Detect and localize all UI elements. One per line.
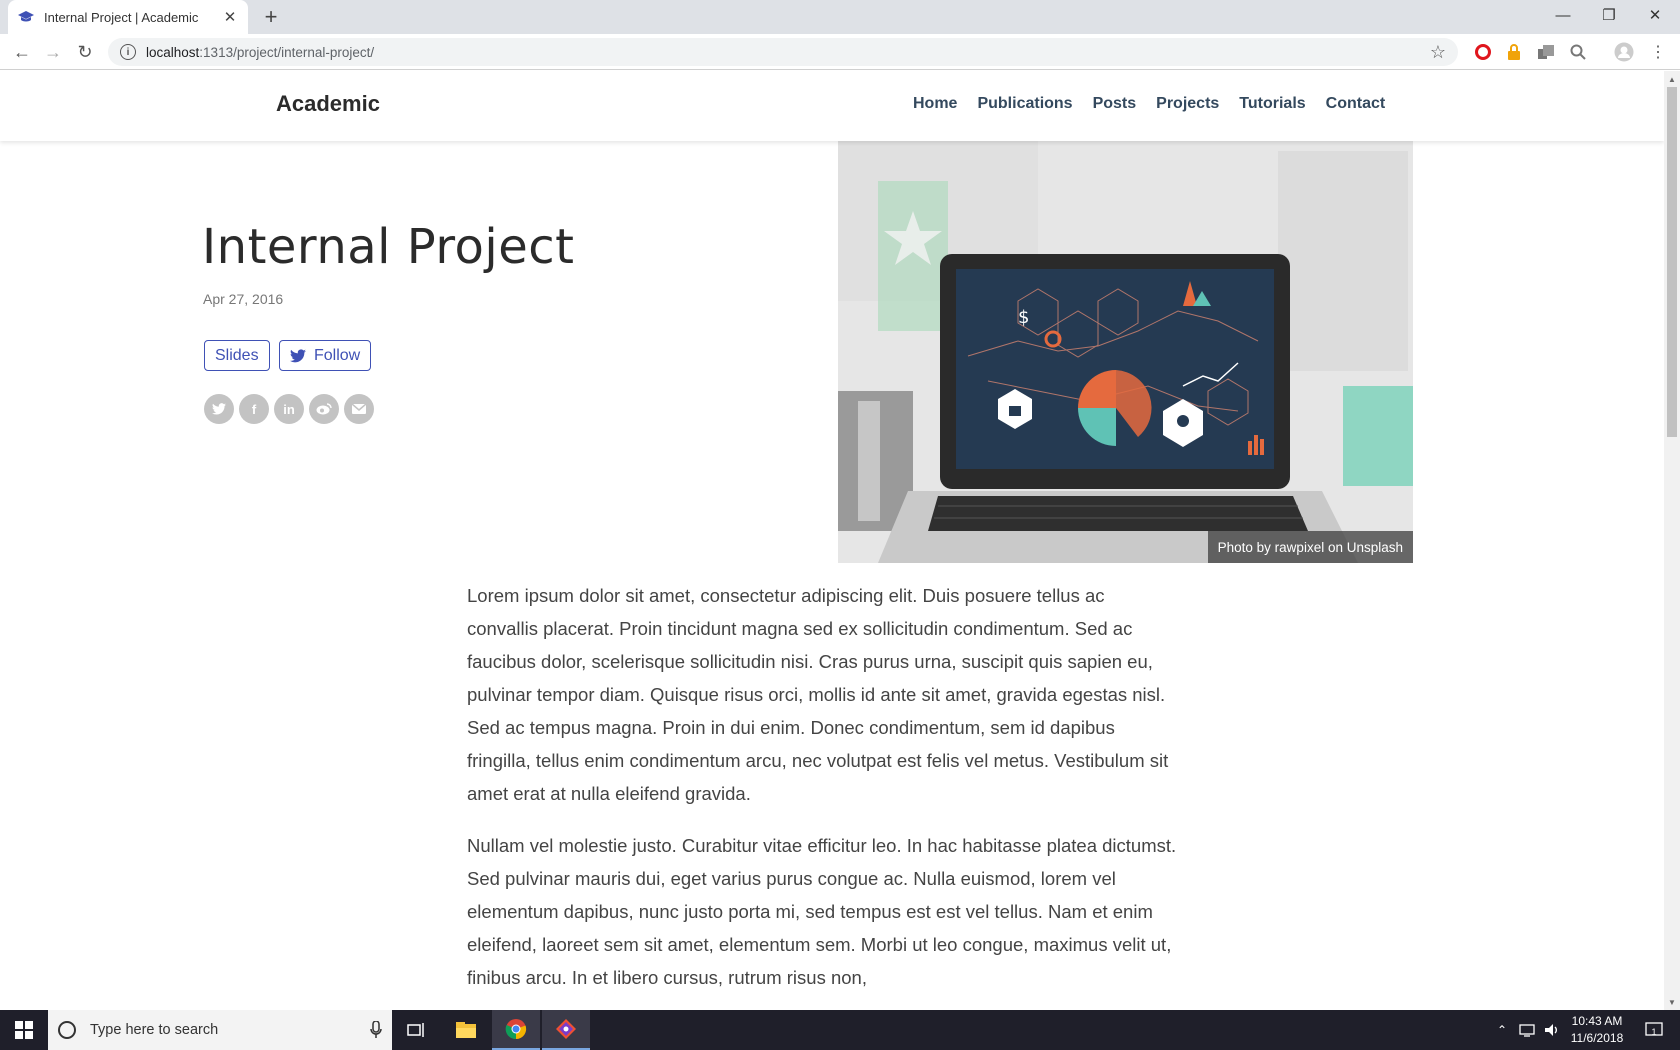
windows-start-icon[interactable] bbox=[0, 1010, 48, 1050]
slides-button[interactable]: Slides bbox=[204, 340, 270, 371]
image-credit[interactable]: Photo by rawpixel on Unsplash bbox=[1207, 531, 1413, 563]
window-close-icon[interactable]: ✕ bbox=[1632, 0, 1678, 30]
site-nav-links: Home Publications Posts Projects Tutoria… bbox=[913, 95, 1405, 113]
featured-image: $ Photo by rawpixel on Unsplash bbox=[838, 141, 1413, 563]
bookmark-star-icon[interactable]: ☆ bbox=[1430, 42, 1446, 63]
graduation-cap-icon bbox=[18, 9, 34, 25]
nav-posts[interactable]: Posts bbox=[1093, 95, 1137, 113]
task-view-icon[interactable] bbox=[392, 1010, 440, 1050]
opera-icon[interactable] bbox=[1473, 42, 1493, 62]
git-icon[interactable] bbox=[542, 1010, 590, 1050]
browser-tab[interactable]: Internal Project | Academic ✕ bbox=[8, 0, 248, 34]
tab-close-icon[interactable]: ✕ bbox=[222, 8, 238, 26]
email-icon[interactable] bbox=[344, 394, 374, 424]
url-path: :1313/project/internal-project/ bbox=[199, 44, 375, 60]
nav-publications[interactable]: Publications bbox=[977, 95, 1072, 113]
follow-button[interactable]: Follow bbox=[279, 340, 372, 371]
tray-chevron-icon[interactable]: ⌃ bbox=[1490, 1010, 1514, 1050]
forward-icon[interactable]: → bbox=[41, 40, 65, 64]
twitter-icon[interactable] bbox=[204, 394, 234, 424]
scroll-up-icon[interactable]: ▲ bbox=[1664, 71, 1680, 87]
weibo-icon[interactable] bbox=[309, 394, 339, 424]
menu-dots-icon[interactable]: ⋮ bbox=[1648, 42, 1668, 62]
site-brand[interactable]: Academic bbox=[276, 91, 380, 117]
profile-avatar-icon[interactable] bbox=[1614, 42, 1634, 62]
browser-tabbar: Internal Project | Academic ✕ + — ❐ ✕ bbox=[0, 0, 1680, 34]
new-tab-button[interactable]: + bbox=[258, 4, 284, 30]
windows-taskbar: Type here to search ⌃ 10:43 AM 11/6/2018… bbox=[0, 1010, 1680, 1050]
nav-tutorials[interactable]: Tutorials bbox=[1239, 95, 1305, 113]
page-viewport: Academic Home Publications Posts Project… bbox=[0, 71, 1664, 1010]
volume-icon[interactable] bbox=[1540, 1010, 1564, 1050]
restore-icon[interactable]: ❐ bbox=[1586, 0, 1632, 30]
slides-label: Slides bbox=[215, 346, 259, 364]
taskbar-clock[interactable]: 10:43 AM 11/6/2018 bbox=[1564, 1013, 1630, 1047]
taskbar-search-input[interactable]: Type here to search bbox=[48, 1010, 392, 1050]
tab-title: Internal Project | Academic bbox=[44, 9, 199, 25]
search-placeholder: Type here to search bbox=[90, 1022, 219, 1038]
scrollbar-thumb[interactable] bbox=[1667, 87, 1677, 437]
reload-icon[interactable]: ↻ bbox=[73, 40, 97, 64]
lock-extension-icon[interactable] bbox=[1504, 42, 1524, 62]
extension-icon[interactable] bbox=[1536, 42, 1556, 62]
facebook-icon[interactable]: f bbox=[239, 394, 269, 424]
clock-date: 11/6/2018 bbox=[1570, 1031, 1624, 1045]
url-host: localhost bbox=[146, 44, 200, 60]
cortana-icon bbox=[58, 1021, 76, 1039]
nav-projects[interactable]: Projects bbox=[1156, 95, 1219, 113]
follow-label: Follow bbox=[314, 346, 361, 364]
linkedin-icon[interactable]: in bbox=[274, 394, 304, 424]
network-icon[interactable] bbox=[1514, 1010, 1540, 1050]
file-explorer-icon[interactable] bbox=[442, 1010, 490, 1050]
publish-date: Apr 27, 2016 bbox=[203, 291, 284, 307]
nav-home[interactable]: Home bbox=[913, 95, 957, 113]
chrome-icon[interactable] bbox=[492, 1010, 540, 1050]
nav-contact[interactable]: Contact bbox=[1326, 95, 1386, 113]
microphone-icon[interactable] bbox=[370, 1021, 382, 1039]
address-bar[interactable]: i localhost:1313/project/internal-projec… bbox=[108, 38, 1458, 66]
site-navbar: Academic Home Publications Posts Project… bbox=[0, 71, 1664, 141]
svg-text:$: $ bbox=[1018, 307, 1029, 328]
paragraph-1: Lorem ipsum dolor sit amet, consectetur … bbox=[467, 585, 1169, 804]
twitter-bird-icon bbox=[290, 348, 306, 363]
notifications-count: 1 bbox=[1651, 1027, 1657, 1037]
site-info-icon[interactable]: i bbox=[120, 44, 136, 60]
minimize-icon[interactable]: — bbox=[1540, 0, 1586, 30]
page-scrollbar[interactable]: ▲ ▼ bbox=[1664, 71, 1680, 1010]
notifications-icon[interactable]: 1 bbox=[1636, 1010, 1666, 1050]
search-extension-icon[interactable] bbox=[1568, 42, 1588, 62]
back-icon[interactable]: ← bbox=[10, 40, 34, 64]
browser-toolbar: ← → ↻ i localhost:1313/project/internal-… bbox=[0, 34, 1680, 70]
page-title: Internal Project bbox=[202, 219, 575, 275]
scroll-down-icon[interactable]: ▼ bbox=[1664, 994, 1680, 1010]
paragraph-2: Nullam vel molestie justo. Curabitur vit… bbox=[467, 835, 1177, 988]
clock-time: 10:43 AM bbox=[1571, 1014, 1623, 1028]
url-text[interactable]: localhost:1313/project/internal-project/ bbox=[146, 45, 1430, 60]
